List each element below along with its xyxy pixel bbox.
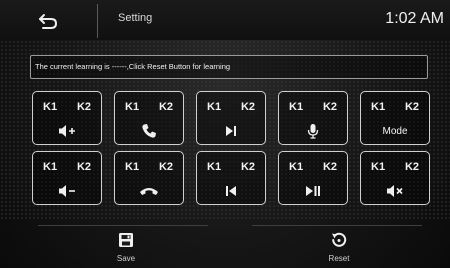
- phone-hangup-icon: [140, 188, 158, 195]
- save-label: Save: [116, 254, 136, 263]
- key-phone-hangup[interactable]: K1 K2: [114, 151, 184, 205]
- reset-label: Reset: [328, 254, 350, 263]
- key-volume-up[interactable]: K1 K2: [32, 91, 102, 145]
- key-k2-label: K2: [322, 101, 337, 113]
- mute-icon: [387, 185, 403, 197]
- key-play-pause[interactable]: K1 K2: [278, 151, 348, 205]
- key-k2-label: K2: [158, 101, 173, 113]
- key-k2-label: K2: [240, 101, 255, 113]
- key-k2-label: K2: [404, 161, 419, 173]
- key-mute[interactable]: K1 K2: [360, 151, 430, 205]
- back-button[interactable]: [28, 8, 68, 34]
- volume-down-icon: [59, 185, 75, 197]
- volume-up-icon: [59, 125, 75, 137]
- key-next-track[interactable]: K1 K2: [196, 91, 266, 145]
- key-k1-label: K1: [371, 161, 386, 173]
- mode-label: Mode: [382, 125, 408, 137]
- key-k1-label: K1: [207, 161, 222, 173]
- key-k1-label: K1: [371, 101, 386, 113]
- save-icon: [119, 233, 133, 247]
- key-k2-label: K2: [76, 101, 91, 113]
- footer-divider-right: [252, 225, 422, 226]
- app-screen: Setting 1:02 AM The current learning is …: [0, 0, 450, 268]
- save-button[interactable]: Save: [96, 230, 156, 266]
- key-k1-label: K1: [289, 161, 304, 173]
- footer-divider-left: [38, 225, 208, 226]
- key-mode[interactable]: K1 K2 Mode: [360, 91, 430, 145]
- previous-track-icon: [226, 186, 236, 196]
- key-k2-label: K2: [322, 161, 337, 173]
- play-pause-icon: [306, 186, 320, 196]
- key-k2-label: K2: [158, 161, 173, 173]
- key-k1-label: K1: [43, 101, 58, 113]
- back-arrow-icon: [39, 14, 58, 29]
- key-k2-label: K2: [76, 161, 91, 173]
- key-k1-label: K1: [43, 161, 58, 173]
- reset-icon: [332, 232, 347, 247]
- next-track-icon: [226, 126, 236, 136]
- key-microphone[interactable]: K1 K2: [278, 91, 348, 145]
- reset-button[interactable]: Reset: [309, 230, 369, 266]
- key-phone-answer[interactable]: K1 K2: [114, 91, 184, 145]
- header-divider: [97, 4, 98, 38]
- key-k2-label: K2: [404, 101, 419, 113]
- phone-answer-icon: [142, 124, 156, 138]
- key-volume-down[interactable]: K1 K2: [32, 151, 102, 205]
- key-k2-label: K2: [240, 161, 255, 173]
- microphone-icon: [307, 124, 319, 139]
- learning-status-notice: The current learning is ------,Click Res…: [30, 55, 428, 79]
- key-k1-label: K1: [125, 161, 140, 173]
- top-bar: Setting 1:02 AM: [0, 0, 450, 40]
- key-k1-label: K1: [289, 101, 304, 113]
- key-k1-label: K1: [207, 101, 222, 113]
- key-k1-label: K1: [125, 101, 140, 113]
- key-previous-track[interactable]: K1 K2: [196, 151, 266, 205]
- page-title: Setting: [118, 12, 153, 24]
- clock: 1:02 AM: [385, 10, 444, 27]
